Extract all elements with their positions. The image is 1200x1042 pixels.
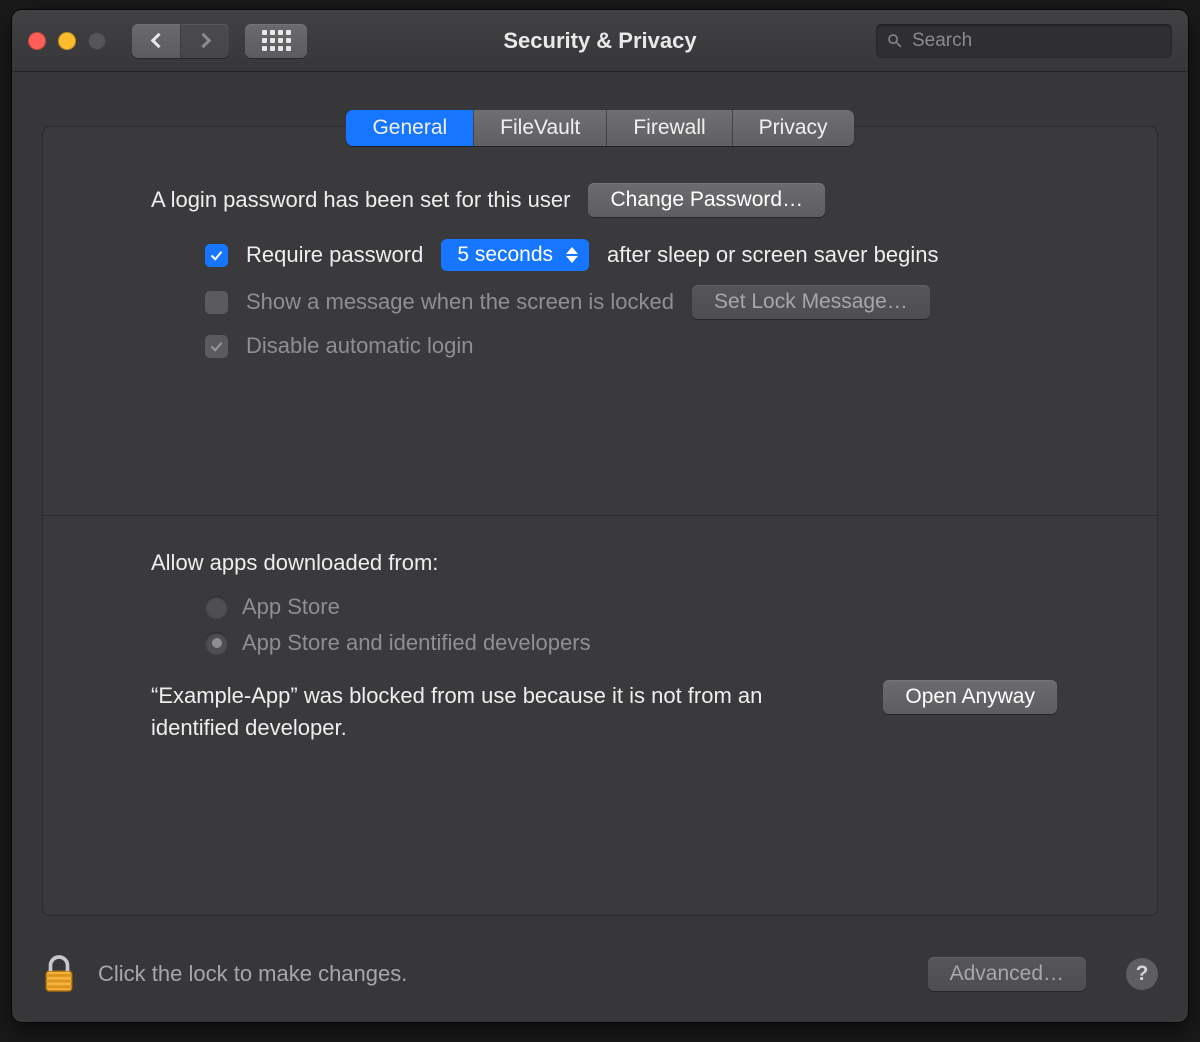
allow-apps-heading: Allow apps downloaded from: xyxy=(151,550,1057,576)
disable-auto-login-checkbox xyxy=(205,335,228,358)
lock-icon[interactable] xyxy=(42,954,76,994)
forward-button xyxy=(181,24,229,58)
tab-firewall[interactable]: Firewall xyxy=(606,110,731,146)
tab-privacy[interactable]: Privacy xyxy=(732,110,854,146)
require-password-row: Require password 5 seconds after sleep o… xyxy=(151,239,1057,271)
allow-appstore-row: App Store xyxy=(151,594,1057,620)
login-password-text: A login password has been set for this u… xyxy=(151,187,570,213)
up-down-icon xyxy=(565,246,579,264)
blocked-app-text: “Example-App” was blocked from use becau… xyxy=(151,680,843,744)
open-anyway-button[interactable]: Open Anyway xyxy=(883,680,1057,714)
show-lock-message-label: Show a message when the screen is locked xyxy=(246,289,674,315)
disable-auto-login-row: Disable automatic login xyxy=(151,333,1057,359)
allow-appstore-label: App Store xyxy=(242,594,340,620)
require-password-delay-value: 5 seconds xyxy=(457,243,553,267)
settings-frame: A login password has been set for this u… xyxy=(42,126,1158,916)
zoom-window-button xyxy=(88,32,106,50)
tab-filevault[interactable]: FileVault xyxy=(473,110,606,146)
tab-general[interactable]: General xyxy=(346,110,473,146)
search-icon xyxy=(886,32,904,50)
show-lock-message-row: Show a message when the screen is locked… xyxy=(151,285,1057,319)
set-lock-message-button: Set Lock Message… xyxy=(692,285,930,319)
login-password-row: A login password has been set for this u… xyxy=(151,183,1057,217)
lock-hint-text: Click the lock to make changes. xyxy=(98,961,407,987)
change-password-button[interactable]: Change Password… xyxy=(588,183,825,217)
minimize-window-button[interactable] xyxy=(58,32,76,50)
back-button[interactable] xyxy=(132,24,180,58)
advanced-button[interactable]: Advanced… xyxy=(928,957,1086,991)
after-sleep-text: after sleep or screen saver begins xyxy=(607,242,938,268)
toolbar: Security & Privacy xyxy=(12,10,1188,72)
traffic-lights xyxy=(28,32,106,50)
footer: Click the lock to make changes. Advanced… xyxy=(12,926,1188,1022)
search-input[interactable] xyxy=(912,30,1162,52)
show-all-button[interactable] xyxy=(245,24,307,58)
content-area: General FileVault Firewall Privacy A log… xyxy=(12,72,1188,926)
nav-back-forward xyxy=(132,24,229,58)
require-password-checkbox[interactable] xyxy=(205,244,228,267)
allow-identified-row: App Store and identified developers xyxy=(151,630,1057,656)
help-button[interactable]: ? xyxy=(1126,958,1158,990)
allow-identified-label: App Store and identified developers xyxy=(242,630,591,656)
close-window-button[interactable] xyxy=(28,32,46,50)
show-lock-message-checkbox xyxy=(205,291,228,314)
allow-appstore-radio xyxy=(205,596,228,619)
search-field[interactable] xyxy=(876,24,1172,58)
tabbar: General FileVault Firewall Privacy xyxy=(346,110,853,146)
grid-icon xyxy=(262,30,291,51)
preferences-window: Security & Privacy General FileVault Fir… xyxy=(12,10,1188,1022)
check-icon xyxy=(209,248,224,263)
chevron-right-icon xyxy=(195,33,211,49)
blocked-app-row: “Example-App” was blocked from use becau… xyxy=(151,680,1057,744)
divider xyxy=(43,515,1157,516)
require-password-label: Require password xyxy=(246,242,423,268)
allow-identified-radio xyxy=(205,632,228,655)
disable-auto-login-label: Disable automatic login xyxy=(246,333,473,359)
check-icon xyxy=(209,339,224,354)
require-password-delay-popup[interactable]: 5 seconds xyxy=(441,239,589,271)
chevron-left-icon xyxy=(150,33,166,49)
